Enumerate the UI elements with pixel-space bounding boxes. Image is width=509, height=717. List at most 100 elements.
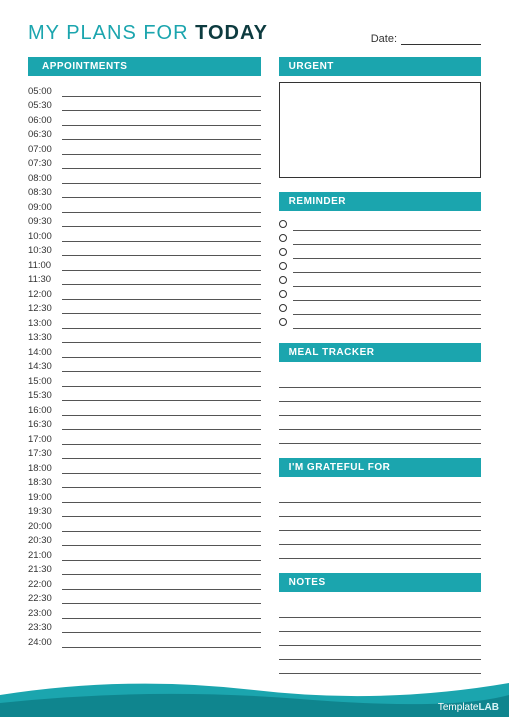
appointment-slot-line[interactable] — [62, 420, 261, 430]
appointment-slot-line[interactable] — [62, 565, 261, 575]
reminder-row[interactable] — [279, 259, 481, 273]
reminder-slot-line[interactable] — [293, 217, 481, 231]
appointment-row[interactable]: 11:30 — [28, 271, 261, 286]
appointment-slot-line[interactable] — [62, 507, 261, 517]
appointment-row[interactable]: 07:30 — [28, 155, 261, 170]
grateful-lines[interactable] — [279, 489, 481, 559]
meal-line[interactable] — [279, 388, 481, 402]
appointment-slot-line[interactable] — [62, 493, 261, 503]
appointment-slot-line[interactable] — [62, 174, 261, 184]
reminder-row[interactable] — [279, 217, 481, 231]
meal-line[interactable] — [279, 430, 481, 444]
appointment-row[interactable]: 21:00 — [28, 546, 261, 561]
appointment-row[interactable]: 18:00 — [28, 459, 261, 474]
appointment-slot-line[interactable] — [62, 217, 261, 227]
appointment-slot-line[interactable] — [62, 333, 261, 343]
appointment-row[interactable]: 21:30 — [28, 561, 261, 576]
appointment-row[interactable]: 22:00 — [28, 575, 261, 590]
checkbox-circle-icon[interactable] — [279, 318, 287, 326]
notes-line[interactable] — [279, 618, 481, 632]
appointment-row[interactable]: 10:00 — [28, 227, 261, 242]
reminder-slot-line[interactable] — [293, 315, 481, 329]
appointment-slot-line[interactable] — [62, 464, 261, 474]
notes-line[interactable] — [279, 646, 481, 660]
grateful-line[interactable] — [279, 531, 481, 545]
notes-lines[interactable] — [279, 604, 481, 674]
appointment-slot-line[interactable] — [62, 638, 261, 648]
appointment-slot-line[interactable] — [62, 275, 261, 285]
appointment-row[interactable]: 13:30 — [28, 329, 261, 344]
appointment-slot-line[interactable] — [62, 87, 261, 97]
grateful-line[interactable] — [279, 489, 481, 503]
appointment-row[interactable]: 16:30 — [28, 416, 261, 431]
meal-line[interactable] — [279, 374, 481, 388]
reminder-row[interactable] — [279, 301, 481, 315]
appointment-row[interactable]: 11:00 — [28, 256, 261, 271]
appointment-row[interactable]: 09:00 — [28, 198, 261, 213]
appointment-slot-line[interactable] — [62, 348, 261, 358]
urgent-box[interactable] — [279, 82, 481, 178]
appointment-slot-line[interactable] — [62, 116, 261, 126]
appointment-slot-line[interactable] — [62, 391, 261, 401]
date-field[interactable]: Date: — [371, 33, 481, 45]
appointment-row[interactable]: 17:30 — [28, 445, 261, 460]
reminder-row[interactable] — [279, 245, 481, 259]
appointment-row[interactable]: 05:00 — [28, 82, 261, 97]
appointment-row[interactable]: 17:00 — [28, 430, 261, 445]
appointment-slot-line[interactable] — [62, 609, 261, 619]
appointment-slot-line[interactable] — [62, 449, 261, 459]
appointment-row[interactable]: 20:00 — [28, 517, 261, 532]
appointment-row[interactable]: 19:00 — [28, 488, 261, 503]
reminder-slot-line[interactable] — [293, 245, 481, 259]
appointment-slot-line[interactable] — [62, 188, 261, 198]
grateful-line[interactable] — [279, 503, 481, 517]
appointment-row[interactable]: 15:00 — [28, 372, 261, 387]
appointment-slot-line[interactable] — [62, 304, 261, 314]
appointment-row[interactable]: 22:30 — [28, 590, 261, 605]
reminder-row[interactable] — [279, 315, 481, 329]
appointment-slot-line[interactable] — [62, 580, 261, 590]
checkbox-circle-icon[interactable] — [279, 220, 287, 228]
grateful-line[interactable] — [279, 545, 481, 559]
appointment-row[interactable]: 15:30 — [28, 387, 261, 402]
notes-line[interactable] — [279, 660, 481, 674]
appointment-row[interactable]: 05:30 — [28, 97, 261, 112]
date-input-line[interactable] — [401, 33, 481, 45]
appointment-slot-line[interactable] — [62, 362, 261, 372]
appointment-row[interactable]: 16:00 — [28, 401, 261, 416]
notes-line[interactable] — [279, 632, 481, 646]
appointment-row[interactable]: 12:30 — [28, 300, 261, 315]
appointment-slot-line[interactable] — [62, 261, 261, 271]
appointment-slot-line[interactable] — [62, 594, 261, 604]
appointment-row[interactable]: 06:00 — [28, 111, 261, 126]
appointment-row[interactable]: 12:00 — [28, 285, 261, 300]
checkbox-circle-icon[interactable] — [279, 248, 287, 256]
reminder-slot-line[interactable] — [293, 287, 481, 301]
appointment-row[interactable]: 20:30 — [28, 532, 261, 547]
appointment-row[interactable]: 06:30 — [28, 126, 261, 141]
appointment-slot-line[interactable] — [62, 203, 261, 213]
appointment-row[interactable]: 23:00 — [28, 604, 261, 619]
reminder-slot-line[interactable] — [293, 231, 481, 245]
appointment-slot-line[interactable] — [62, 522, 261, 532]
reminder-row[interactable] — [279, 287, 481, 301]
appointment-slot-line[interactable] — [62, 290, 261, 300]
appointment-row[interactable]: 23:30 — [28, 619, 261, 634]
appointment-slot-line[interactable] — [62, 232, 261, 242]
reminder-slot-line[interactable] — [293, 273, 481, 287]
appointment-slot-line[interactable] — [62, 551, 261, 561]
reminder-slot-line[interactable] — [293, 301, 481, 315]
appointment-slot-line[interactable] — [62, 130, 261, 140]
appointment-slot-line[interactable] — [62, 159, 261, 169]
checkbox-circle-icon[interactable] — [279, 262, 287, 270]
notes-line[interactable] — [279, 604, 481, 618]
appointment-row[interactable]: 08:00 — [28, 169, 261, 184]
appointment-row[interactable]: 09:30 — [28, 213, 261, 228]
grateful-line[interactable] — [279, 517, 481, 531]
meal-line[interactable] — [279, 416, 481, 430]
reminder-row[interactable] — [279, 231, 481, 245]
appointment-row[interactable]: 10:30 — [28, 242, 261, 257]
appointment-slot-line[interactable] — [62, 101, 261, 111]
appointment-row[interactable]: 07:00 — [28, 140, 261, 155]
appointment-row[interactable]: 24:00 — [28, 633, 261, 648]
